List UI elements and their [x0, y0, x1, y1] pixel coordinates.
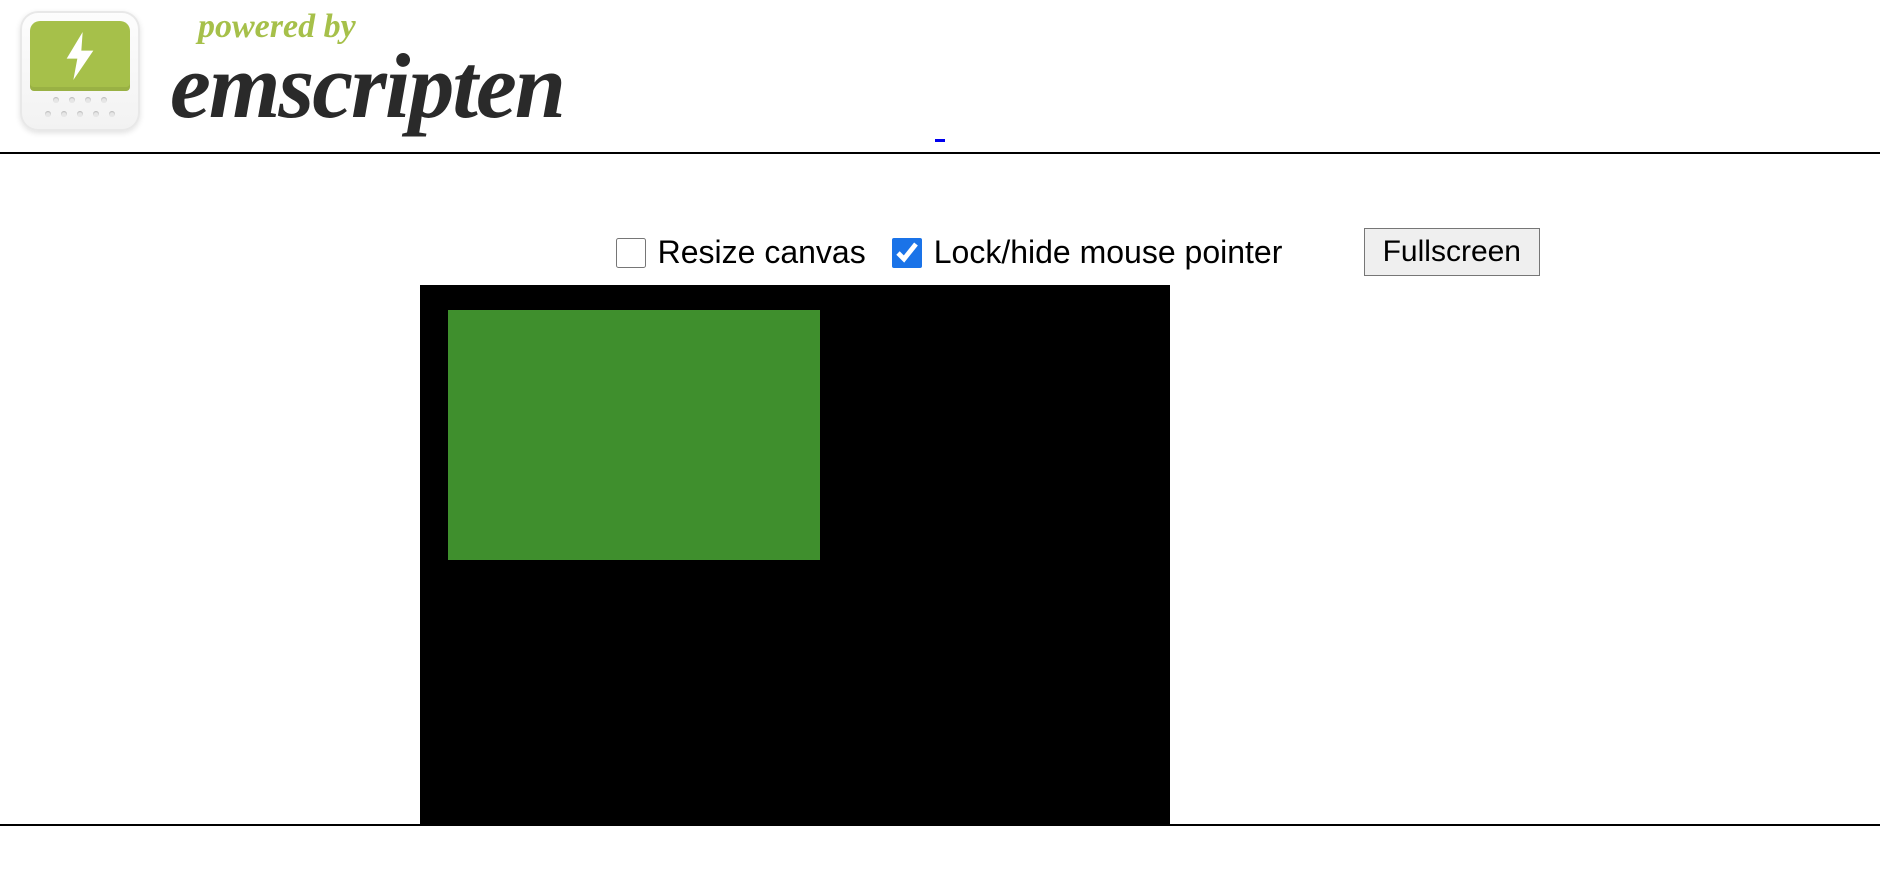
brand-name: emscripten	[170, 40, 564, 132]
resize-canvas-checkbox[interactable]	[616, 238, 646, 268]
section-divider-bottom	[0, 824, 1880, 826]
lock-pointer-label[interactable]: Lock/hide mouse pointer	[934, 234, 1283, 271]
header-link[interactable]	[935, 139, 945, 142]
emscripten-bolt-icon	[20, 11, 140, 131]
controls-row: Resize canvas Lock/hide mouse pointer Fu…	[0, 234, 1880, 285]
canvas-green-rect	[448, 310, 820, 560]
lightning-bolt-icon	[63, 32, 97, 80]
lock-pointer-checkbox[interactable]	[892, 238, 922, 268]
brand-wordmark: powered by emscripten	[170, 10, 564, 132]
resize-canvas-label[interactable]: Resize canvas	[658, 234, 866, 271]
canvas-area[interactable]	[420, 285, 1170, 825]
header: powered by emscripten	[0, 0, 1880, 132]
fullscreen-button[interactable]: Fullscreen	[1364, 228, 1540, 276]
stage: Resize canvas Lock/hide mouse pointer Fu…	[0, 154, 1880, 825]
